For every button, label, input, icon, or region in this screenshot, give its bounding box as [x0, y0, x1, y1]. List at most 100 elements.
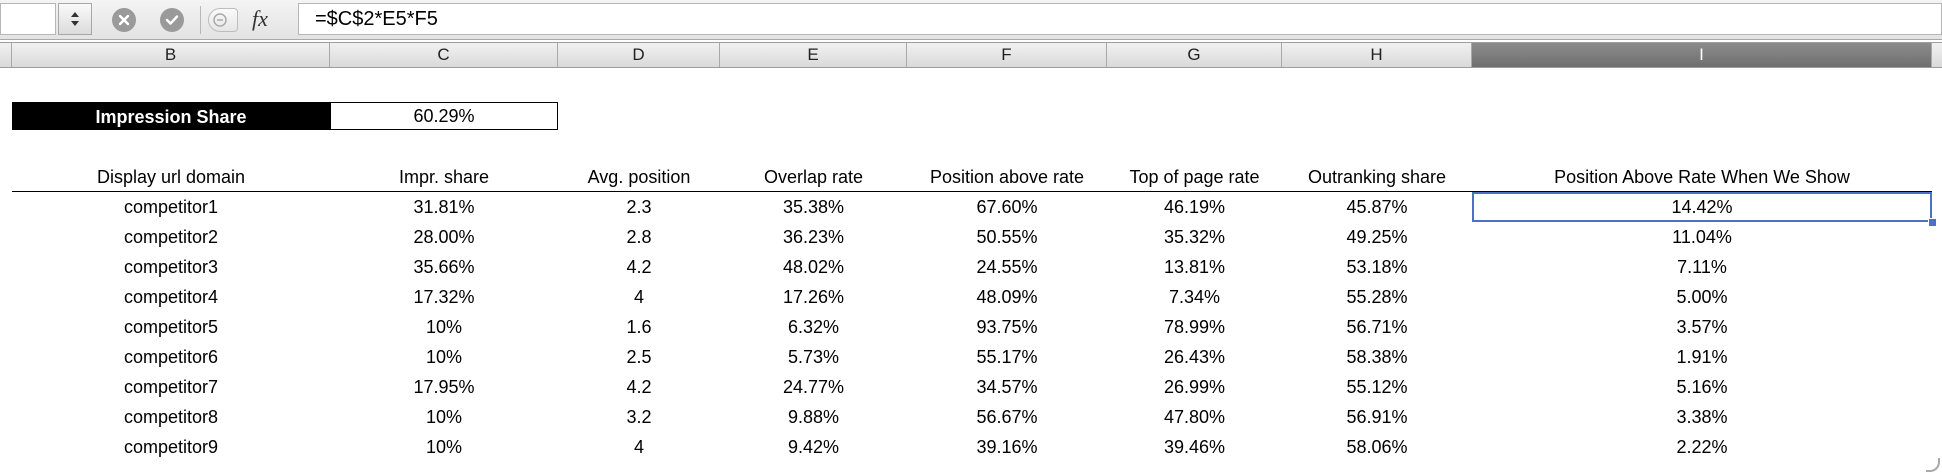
table-cell[interactable]: 56.91%	[1282, 402, 1472, 432]
table-cell[interactable]: 10%	[330, 342, 558, 372]
table-cell[interactable]: 47.80%	[1107, 402, 1282, 432]
table-cell[interactable]: 48.02%	[720, 252, 907, 282]
insert-function-button[interactable]: fx	[252, 6, 268, 32]
column-header-f[interactable]: F	[907, 43, 1107, 67]
active-cell[interactable]: 14.42%	[1472, 191, 1937, 227]
table-cell[interactable]: 28.00%	[330, 222, 558, 252]
column-header-i[interactable]: I	[1472, 43, 1932, 67]
table-cell[interactable]: 9.88%	[720, 402, 907, 432]
table-cell[interactable]: competitor4	[12, 282, 330, 312]
table-cell[interactable]: 9.42%	[720, 432, 907, 462]
fill-handle[interactable]	[1928, 218, 1937, 227]
table-cell[interactable]: 34.57%	[907, 372, 1107, 402]
table-cell[interactable]: 56.67%	[907, 402, 1107, 432]
table-cell[interactable]: 26.43%	[1107, 342, 1282, 372]
table-cell[interactable]: competitor2	[12, 222, 330, 252]
table-cell[interactable]: 35.66%	[330, 252, 558, 282]
table-cell[interactable]: competitor9	[12, 432, 330, 462]
table-cell[interactable]: 56.71%	[1282, 312, 1472, 342]
table-cell[interactable]: 36.23%	[720, 222, 907, 252]
table-cell[interactable]: 10%	[330, 432, 558, 462]
table-cell[interactable]: 1.91%	[1472, 342, 1932, 372]
table-cell[interactable]: 3.38%	[1472, 402, 1932, 432]
impression-share-value[interactable]: 60.29%	[330, 102, 558, 130]
table-cell[interactable]: 55.17%	[907, 342, 1107, 372]
table-cell[interactable]: competitor1	[12, 192, 330, 223]
table-cell[interactable]: 48.09%	[907, 282, 1107, 312]
enter-formula-button[interactable]	[160, 8, 184, 32]
cancel-formula-button[interactable]	[112, 8, 136, 32]
table-cell[interactable]: 78.99%	[1107, 312, 1282, 342]
table-cell[interactable]: 5.00%	[1472, 282, 1932, 312]
impression-share-label[interactable]: Impression Share	[12, 102, 330, 130]
table-cell[interactable]: 24.55%	[907, 252, 1107, 282]
table-cell[interactable]: 50.55%	[907, 222, 1107, 252]
table-cell[interactable]: 2.22%	[1472, 432, 1932, 462]
header-display-url-domain[interactable]: Display url domain	[12, 163, 330, 192]
header-avg-position[interactable]: Avg. position	[558, 163, 720, 192]
table-cell[interactable]: 39.16%	[907, 432, 1107, 462]
table-cell[interactable]: 11.04%	[1472, 222, 1932, 252]
table-cell[interactable]: 46.19%	[1107, 192, 1282, 223]
table-cell[interactable]: 4.2	[558, 252, 720, 282]
table-cell[interactable]: 17.32%	[330, 282, 558, 312]
table-cell[interactable]: competitor6	[12, 342, 330, 372]
table-cell[interactable]: competitor5	[12, 312, 330, 342]
column-header-c[interactable]: C	[330, 43, 558, 67]
table-cell[interactable]: 17.95%	[330, 372, 558, 402]
table-cell[interactable]: 55.12%	[1282, 372, 1472, 402]
table-cell[interactable]: 4	[558, 432, 720, 462]
table-cell[interactable]: 3.57%	[1472, 312, 1932, 342]
table-cell[interactable]: 4.2	[558, 372, 720, 402]
header-outranking-share[interactable]: Outranking share	[1282, 163, 1472, 192]
table-cell[interactable]: 2.3	[558, 192, 720, 223]
header-position-above-rate[interactable]: Position above rate	[907, 163, 1107, 192]
table-cell[interactable]: 1.6	[558, 312, 720, 342]
table-cell[interactable]: 35.38%	[720, 192, 907, 223]
table-cell[interactable]: 10%	[330, 312, 558, 342]
table-cell[interactable]: 2.8	[558, 222, 720, 252]
table-cell[interactable]: competitor8	[12, 402, 330, 432]
header-top-of-page-rate[interactable]: Top of page rate	[1107, 163, 1282, 192]
table-cell[interactable]: 7.11%	[1472, 252, 1932, 282]
table-cell[interactable]: 35.32%	[1107, 222, 1282, 252]
table-cell[interactable]: 7.34%	[1107, 282, 1282, 312]
table-cell[interactable]: 53.18%	[1282, 252, 1472, 282]
column-header-a[interactable]	[0, 43, 12, 67]
window-resize-handle[interactable]	[1926, 458, 1940, 472]
table-cell[interactable]: 31.81%	[330, 192, 558, 223]
table-cell[interactable]: 58.38%	[1282, 342, 1472, 372]
column-header-g[interactable]: G	[1107, 43, 1282, 67]
table-cell[interactable]: competitor7	[12, 372, 330, 402]
function-dropdown-button[interactable]	[208, 8, 238, 32]
column-header-d[interactable]: D	[558, 43, 720, 67]
table-cell[interactable]: 55.28%	[1282, 282, 1472, 312]
table-cell[interactable]: 67.60%	[907, 192, 1107, 223]
name-box[interactable]	[0, 3, 56, 35]
table-cell[interactable]: 39.46%	[1107, 432, 1282, 462]
table-cell[interactable]: 10%	[330, 402, 558, 432]
table-cell[interactable]: competitor3	[12, 252, 330, 282]
table-cell[interactable]: 49.25%	[1282, 222, 1472, 252]
table-cell[interactable]: 5.73%	[720, 342, 907, 372]
formula-input[interactable]: =$C$2*E5*F5	[298, 3, 1942, 35]
table-cell[interactable]: 3.2	[558, 402, 720, 432]
table-cell[interactable]: 26.99%	[1107, 372, 1282, 402]
table-cell[interactable]: 6.32%	[720, 312, 907, 342]
header-overlap-rate[interactable]: Overlap rate	[720, 163, 907, 192]
table-cell[interactable]: 58.06%	[1282, 432, 1472, 462]
table-cell[interactable]: 13.81%	[1107, 252, 1282, 282]
column-header-h[interactable]: H	[1282, 43, 1472, 67]
table-cell[interactable]: 93.75%	[907, 312, 1107, 342]
column-header-e[interactable]: E	[720, 43, 907, 67]
table-cell[interactable]: 2.5	[558, 342, 720, 372]
header-position-above-rate-when-we-show[interactable]: Position Above Rate When We Show	[1472, 163, 1932, 192]
table-cell[interactable]: 24.77%	[720, 372, 907, 402]
column-header-b[interactable]: B	[12, 43, 330, 67]
table-cell[interactable]: 4	[558, 282, 720, 312]
name-box-stepper[interactable]	[58, 3, 92, 35]
header-impr-share[interactable]: Impr. share	[330, 163, 558, 192]
table-cell[interactable]: 5.16%	[1472, 372, 1932, 402]
table-cell[interactable]: 45.87%	[1282, 192, 1472, 223]
table-cell[interactable]: 17.26%	[720, 282, 907, 312]
